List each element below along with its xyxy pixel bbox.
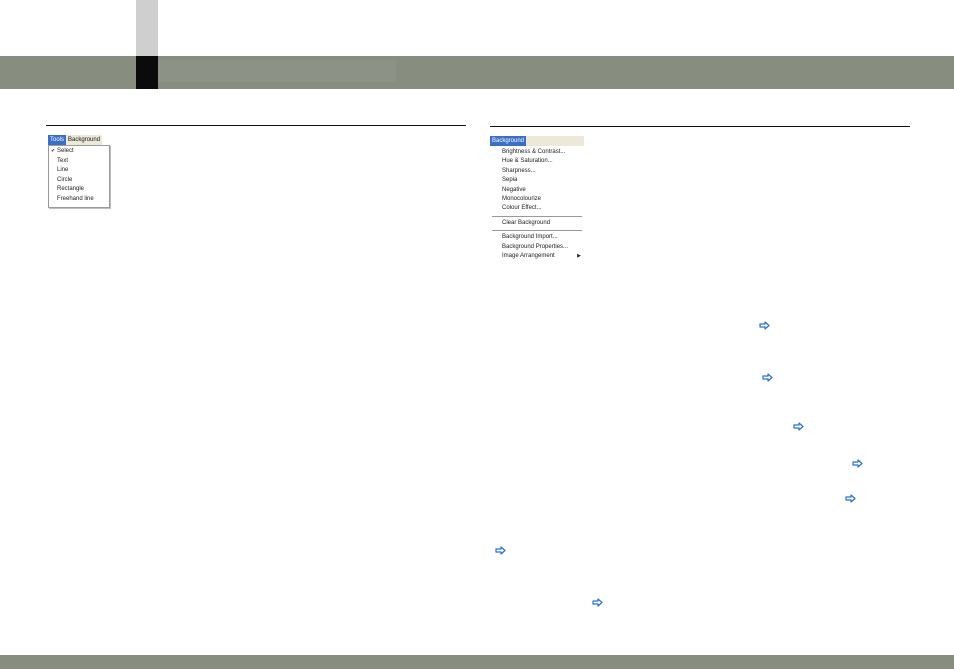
menu-item-image-arrangement-label: Image Arrangement [502,252,555,259]
background-menubar: Background [490,136,584,146]
arrow-right-outline-icon[interactable] [759,321,770,330]
arrow-right-outline-icon[interactable] [852,459,863,468]
arrow-right-outline-icon[interactable] [495,546,506,555]
menu-item-freehand-line[interactable]: Freehand line [49,195,109,205]
footer-band [0,655,954,669]
menu-item-colour-effect[interactable]: Colour Effect... [490,204,584,213]
right-column-rule [490,126,910,127]
menu-item-select[interactable]: Select [49,147,109,157]
menu-item-monocolourize[interactable]: Monocolourize [490,195,584,204]
menu-item-image-arrangement[interactable]: Image Arrangement ▶ [490,252,584,261]
arrow-right-outline-icon[interactable] [793,422,804,431]
menu-item-rectangle[interactable]: Rectangle [49,185,109,195]
menu-item-brightness-contrast[interactable]: Brightness & Contrast... [490,148,584,157]
background-dropdown: Brightness & Contrast... Hue & Saturatio… [490,146,584,264]
menu-item-background-properties[interactable]: Background Properties... [490,243,584,252]
arrow-right-outline-icon[interactable] [762,373,773,382]
submenu-arrow-icon: ▶ [577,252,581,259]
menubar-background-active[interactable]: Background [490,136,527,146]
menu-separator [492,215,582,217]
arrow-right-outline-icon[interactable] [592,598,603,607]
menubar-background[interactable]: Background [66,135,103,145]
top-tab [136,0,158,56]
arrow-right-outline-icon[interactable] [845,494,856,503]
menu-item-line[interactable]: Line [49,166,109,176]
menubar-filler [526,136,584,146]
menu-item-sharpness[interactable]: Sharpness... [490,167,584,176]
menu-item-sepia[interactable]: Sepia [490,176,584,185]
header-title-area [158,60,396,82]
header-marker [136,56,158,89]
menu-item-clear-background[interactable]: Clear Background [490,219,584,228]
menu-item-hue-saturation[interactable]: Hue & Saturation... [490,157,584,166]
menu-separator [492,230,582,232]
menu-item-negative[interactable]: Negative [490,186,584,195]
menu-item-background-import[interactable]: Background Import... [490,233,584,242]
left-column-rule [46,125,466,126]
menu-item-circle[interactable]: Circle [49,176,109,186]
tools-dropdown: Select Text Line Circle Rectangle Freeha… [48,145,110,208]
menubar-tools[interactable]: Tools [48,135,67,145]
tools-menubar: Tools Background [48,135,103,145]
menu-item-text[interactable]: Text [49,157,109,167]
